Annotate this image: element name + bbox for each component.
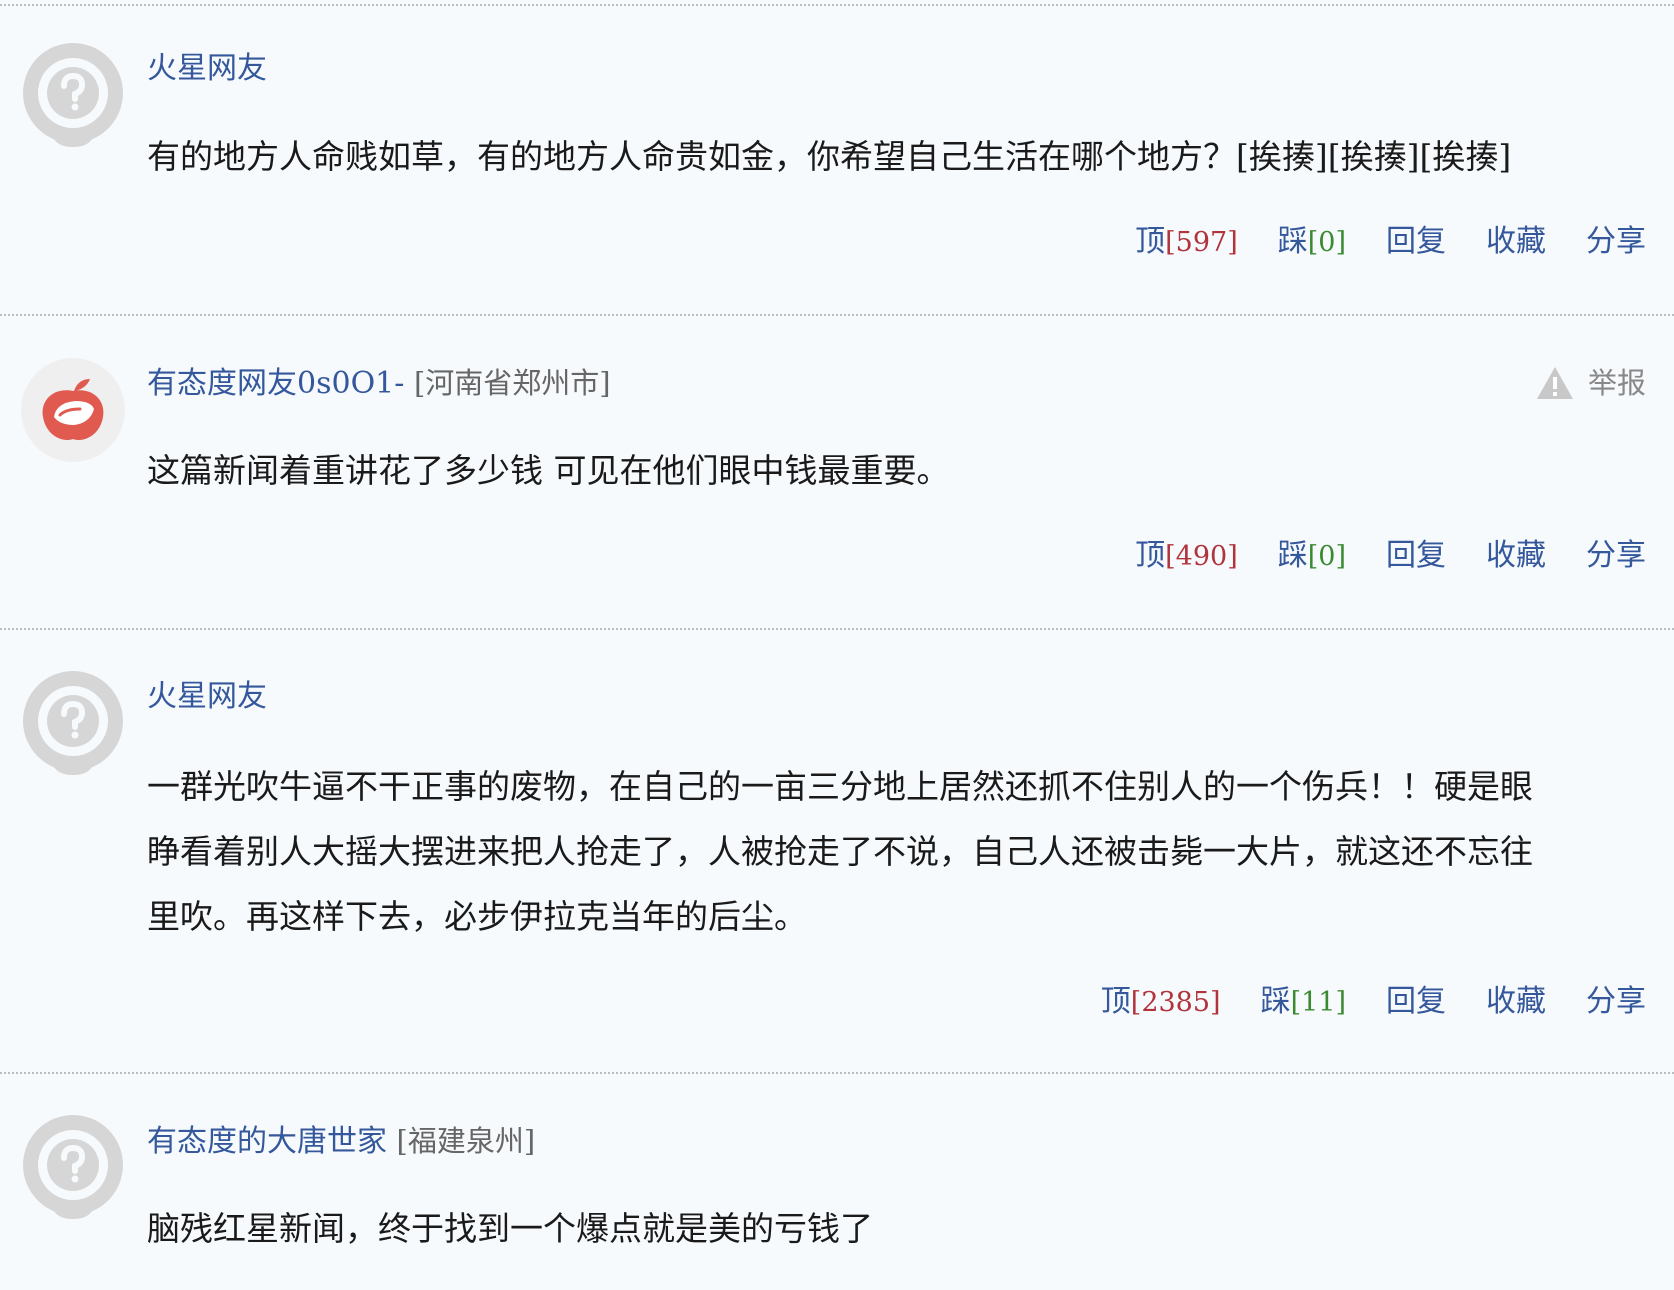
username-text[interactable]: 火星网友 <box>147 679 267 714</box>
username[interactable]: 火星网友 <box>147 677 267 717</box>
down-vote-count: [0] <box>1307 541 1346 572</box>
username[interactable]: 有态度网友0s0O1- [河南省郑州市] <box>147 363 611 404</box>
question-mark-avatar-icon[interactable] <box>20 1115 126 1221</box>
collect-button[interactable]: 收藏 <box>1486 222 1546 263</box>
reply-button[interactable]: 回复 <box>1386 536 1446 577</box>
report-button[interactable]: 举报 <box>1536 363 1646 403</box>
share-button[interactable]: 分享 <box>1586 536 1646 577</box>
up-vote-button[interactable]: 顶[2385] <box>1101 982 1221 1023</box>
comment-content: 一群光吹牛逼不干正事的废物，在自己的一亩三分地上居然还抓不住别人的一个伤兵！！硬… <box>147 754 1533 949</box>
up-vote-count: [490] <box>1165 541 1238 572</box>
comment-actions: 顶[2385] 踩[11] 回复 收藏 分享 <box>1101 982 1646 1023</box>
username-text[interactable]: 有态度网友0s0O1- <box>147 366 404 401</box>
comment-actions: 顶[490] 踩[0] 回复 收藏 分享 <box>1135 536 1646 577</box>
comment-content: 脑残红星新闻，终于找到一个爆点就是美的亏钱了 <box>147 1196 873 1261</box>
content-line: 脑残红星新闻，终于找到一个爆点就是美的亏钱了 <box>147 1209 873 1248</box>
up-vote-count: [597] <box>1165 227 1238 258</box>
share-button[interactable]: 分享 <box>1586 982 1646 1023</box>
comment-content: 这篇新闻着重讲花了多少钱 可见在他们眼中钱最重要。 <box>147 438 950 503</box>
comment-content: 有的地方人命贱如草，有的地方人命贵如金，你希望自己生活在哪个地方？[挨揍][挨揍… <box>147 124 1511 189</box>
reply-button[interactable]: 回复 <box>1386 982 1446 1023</box>
down-vote-button[interactable]: 踩[11] <box>1261 982 1346 1023</box>
reply-button[interactable]: 回复 <box>1386 222 1446 263</box>
user-location: [福建泉州] <box>396 1124 536 1158</box>
up-vote-button[interactable]: 顶[597] <box>1135 222 1238 263</box>
comment-item: 有态度的大唐世家 [福建泉州] 脑残红星新闻，终于找到一个爆点就是美的亏钱了 <box>0 1072 1674 1290</box>
content-line: 这篇新闻着重讲花了多少钱 可见在他们眼中钱最重要。 <box>147 451 950 490</box>
collect-button[interactable]: 收藏 <box>1486 982 1546 1023</box>
content-line: 一群光吹牛逼不干正事的废物，在自己的一亩三分地上居然还抓不住别人的一个伤兵！！硬… <box>147 767 1533 806</box>
warning-triangle-icon <box>1536 366 1574 400</box>
comment-item: 火星网友 一群光吹牛逼不干正事的废物，在自己的一亩三分地上居然还抓不住别人的一个… <box>0 628 1674 1074</box>
up-vote-count: [2385] <box>1130 987 1221 1018</box>
user-location: [河南省郑州市] <box>413 366 611 400</box>
content-line: 有的地方人命贱如草，有的地方人命贵如金，你希望自己生活在哪个地方？[挨揍][挨揍… <box>147 137 1512 176</box>
down-vote-count: [11] <box>1290 987 1346 1018</box>
content-line: 里吹。再这样下去，必步伊拉克当年的后尘。 <box>147 897 807 936</box>
comment-actions: 顶[597] 踩[0] 回复 收藏 分享 <box>1135 222 1646 263</box>
share-button[interactable]: 分享 <box>1586 222 1646 263</box>
comment-item: 有态度网友0s0O1- [河南省郑州市] 举报 这篇新闻着重讲花了多少钱 可见在… <box>0 314 1674 628</box>
content-line: 睁看着别人大摇大摆进来把人抢走了，人被抢走了不说，自己人还被击毙一大片，就这还不… <box>147 832 1533 871</box>
down-vote-count: [0] <box>1307 227 1346 258</box>
collect-button[interactable]: 收藏 <box>1486 536 1546 577</box>
username[interactable]: 有态度的大唐世家 [福建泉州] <box>147 1121 535 1162</box>
username[interactable]: 火星网友 <box>147 49 267 89</box>
username-text[interactable]: 有态度的大唐世家 <box>147 1124 387 1159</box>
comment-list: 火星网友 有的地方人命贱如草，有的地方人命贵如金，你希望自己生活在哪个地方？[挨… <box>0 0 1674 1290</box>
question-mark-avatar-icon[interactable] <box>20 671 126 777</box>
report-label: 举报 <box>1587 366 1646 400</box>
apple-avatar-icon[interactable] <box>20 357 126 463</box>
comment-item: 火星网友 有的地方人命贱如草，有的地方人命贵如金，你希望自己生活在哪个地方？[挨… <box>0 0 1674 314</box>
username-text[interactable]: 火星网友 <box>147 51 267 86</box>
down-vote-button[interactable]: 踩[0] <box>1278 222 1346 263</box>
question-mark-avatar-icon[interactable] <box>20 43 126 149</box>
down-vote-button[interactable]: 踩[0] <box>1278 536 1346 577</box>
up-vote-button[interactable]: 顶[490] <box>1135 536 1238 577</box>
